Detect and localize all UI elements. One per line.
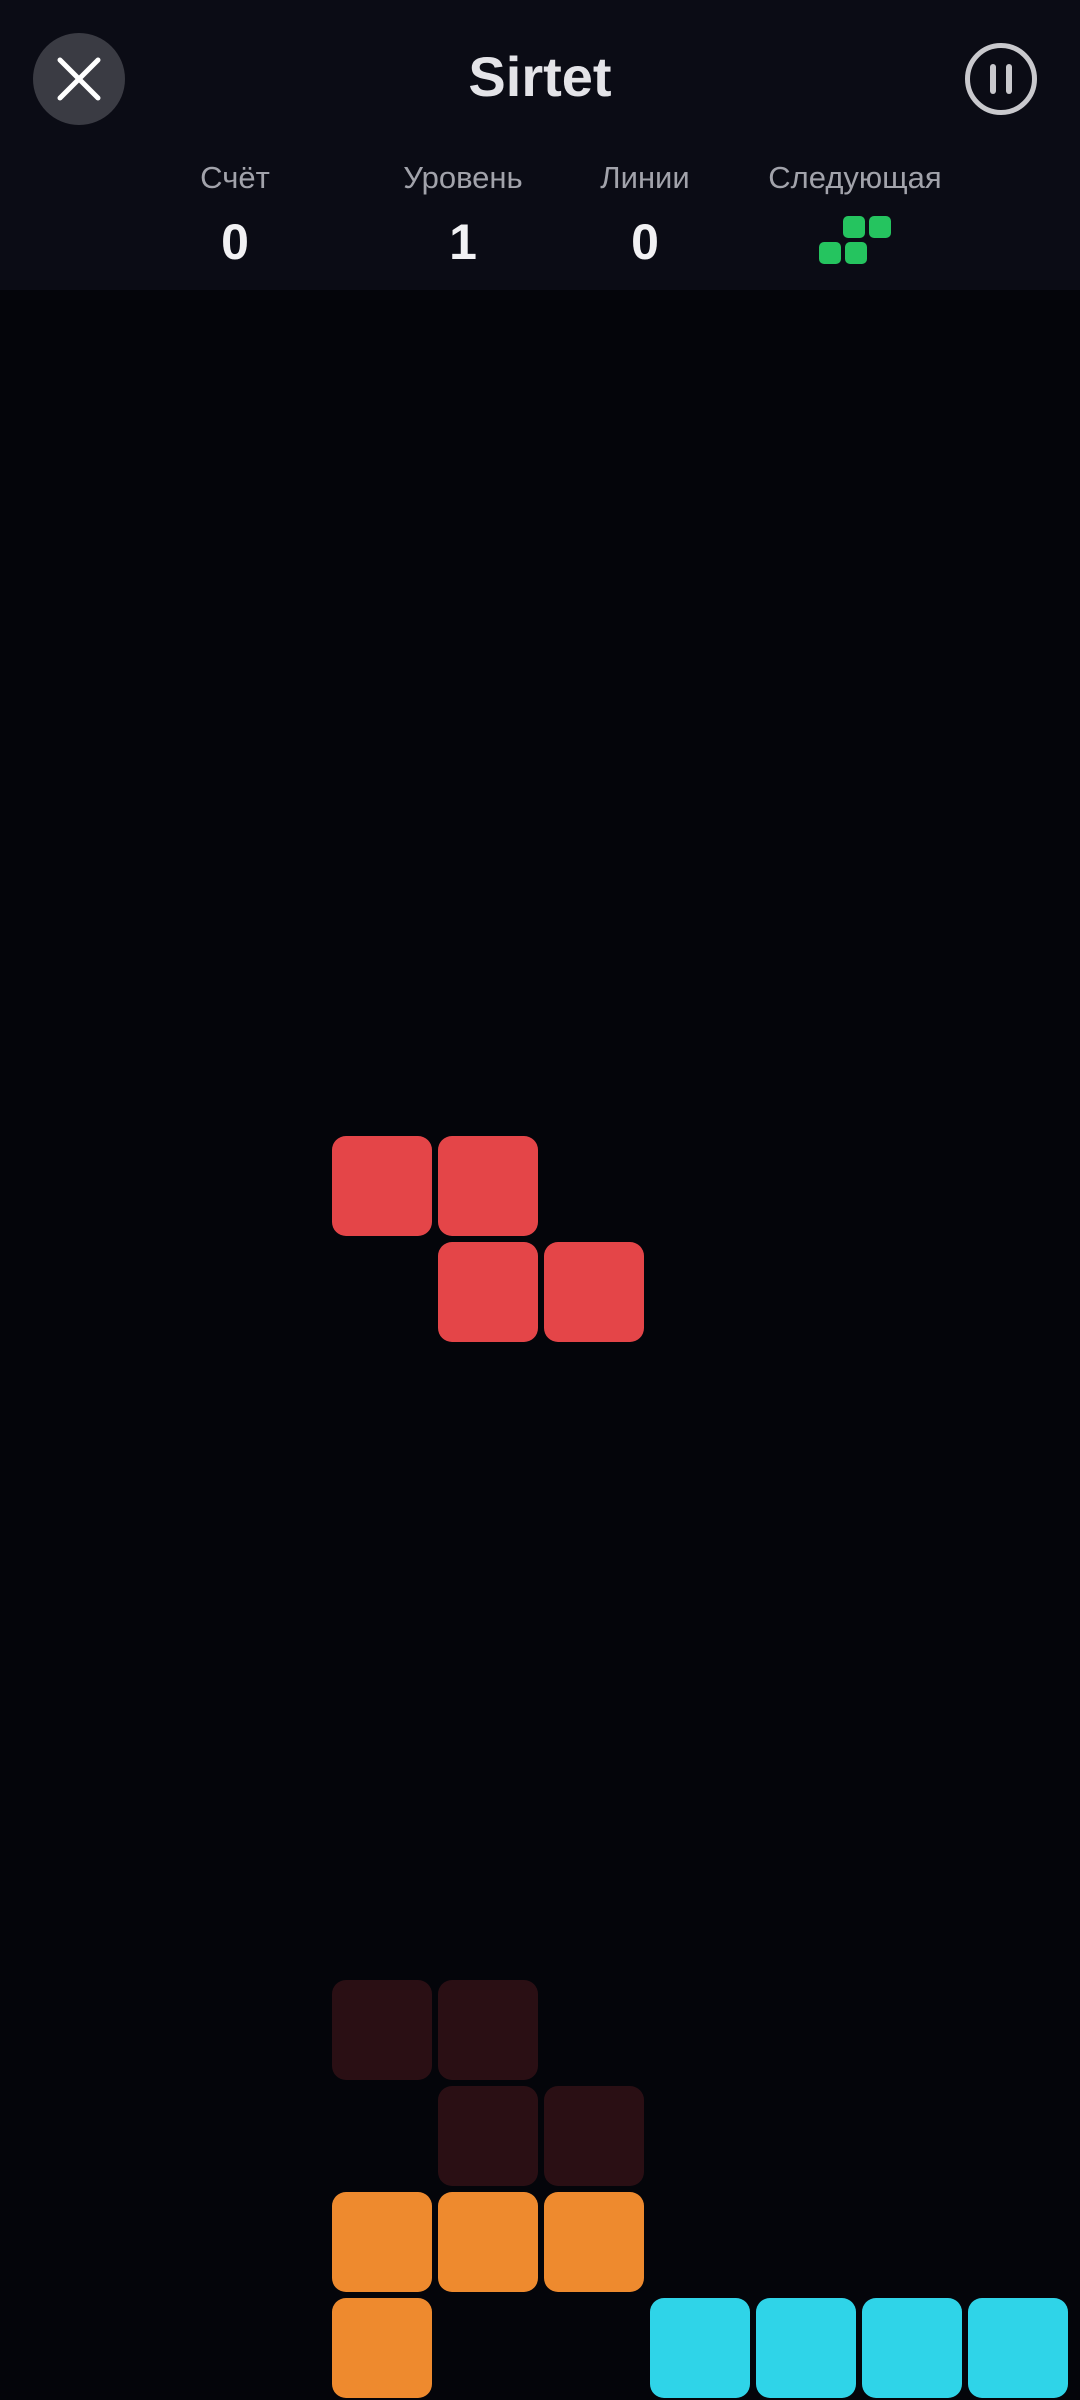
next-piece-preview — [819, 216, 891, 264]
next-piece-block — [843, 216, 865, 238]
active-piece-block — [544, 1242, 644, 1342]
level-label: Уровень — [403, 160, 523, 195]
lines-stat: Линии 0 — [580, 158, 710, 272]
settled-block — [756, 2298, 856, 2398]
settled-block — [544, 2192, 644, 2292]
settled-block — [968, 2298, 1068, 2398]
next-stat: Следующая — [750, 158, 960, 264]
game-board[interactable] — [0, 290, 1080, 2400]
next-piece-block — [869, 216, 891, 238]
ghost-piece-block — [438, 2086, 538, 2186]
level-stat: Уровень 1 — [393, 158, 533, 272]
settled-block — [438, 2192, 538, 2292]
settled-block — [650, 2298, 750, 2398]
lines-label: Линии — [600, 160, 690, 195]
ghost-piece-block — [544, 2086, 644, 2186]
active-piece-block — [332, 1136, 432, 1236]
active-piece-block — [438, 1242, 538, 1342]
pause-icon — [990, 64, 1012, 94]
active-piece-block — [438, 1136, 538, 1236]
settled-block — [862, 2298, 962, 2398]
lines-value: 0 — [631, 214, 659, 270]
pause-button[interactable] — [965, 43, 1037, 115]
next-piece-block — [845, 242, 867, 264]
ghost-piece-block — [438, 1980, 538, 2080]
score-stat: Счёт 0 — [175, 158, 295, 272]
game-header: Sirtet Счёт 0 Уровень 1 Линии 0 Следующа… — [0, 0, 1080, 290]
settled-block — [332, 2192, 432, 2292]
ghost-piece-block — [332, 1980, 432, 2080]
score-value: 0 — [221, 214, 249, 270]
next-piece-block — [819, 242, 841, 264]
settled-block — [332, 2298, 432, 2398]
score-label: Счёт — [200, 160, 270, 195]
game-title: Sirtet — [468, 45, 612, 108]
level-value: 1 — [449, 214, 477, 270]
next-label: Следующая — [768, 160, 942, 195]
